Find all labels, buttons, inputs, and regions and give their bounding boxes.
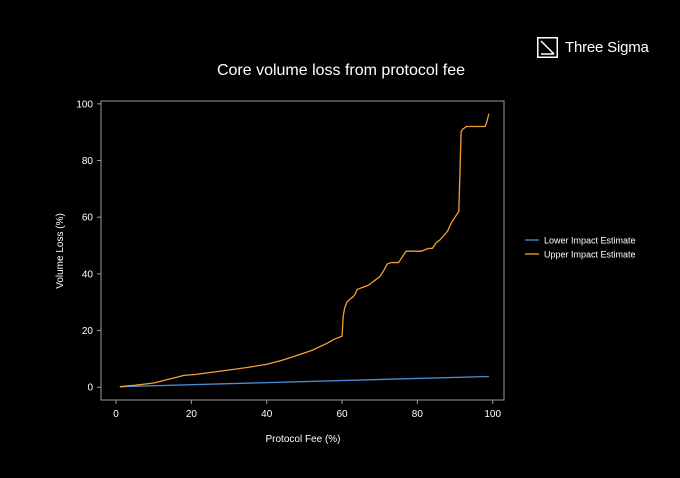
brand: Three Sigma bbox=[537, 37, 649, 58]
three-sigma-logo-icon bbox=[537, 37, 558, 58]
y-tick-label: 40 bbox=[82, 269, 94, 280]
plot-area bbox=[100, 100, 505, 401]
series-lines bbox=[119, 113, 490, 388]
x-tick-label: 20 bbox=[186, 409, 198, 420]
series-line-upper-impact-estimate bbox=[119, 113, 490, 388]
x-axis: 0 20 40 60 80 100 bbox=[113, 400, 501, 420]
x-tick-label: 80 bbox=[412, 409, 424, 420]
y-tick-label: 20 bbox=[82, 326, 94, 337]
brand-name: Three Sigma bbox=[565, 39, 649, 56]
x-tick-label: 100 bbox=[484, 409, 501, 420]
y-tick-label: 80 bbox=[82, 156, 94, 167]
x-axis-label: Protocol Fee (%) bbox=[265, 434, 340, 445]
y-axis-label: Volume Loss (%) bbox=[55, 213, 66, 289]
y-tick-label: 100 bbox=[76, 99, 93, 110]
legend-label: Lower Impact Estimate bbox=[544, 236, 636, 246]
legend-label: Upper Impact Estimate bbox=[544, 250, 636, 260]
x-tick-label: 60 bbox=[336, 409, 348, 420]
x-tick-label: 0 bbox=[113, 409, 119, 420]
y-tick-label: 0 bbox=[87, 383, 93, 394]
legend: Lower Impact Estimate Upper Impact Estima… bbox=[525, 236, 636, 260]
y-tick-label: 60 bbox=[82, 213, 94, 224]
x-tick-label: 40 bbox=[261, 409, 273, 420]
chart: Core volume loss from protocol fee 0 20 40… bbox=[55, 62, 636, 445]
y-axis: 0 20 40 60 80 100 bbox=[76, 99, 101, 394]
chart-title: Core volume loss from protocol fee bbox=[217, 62, 465, 79]
